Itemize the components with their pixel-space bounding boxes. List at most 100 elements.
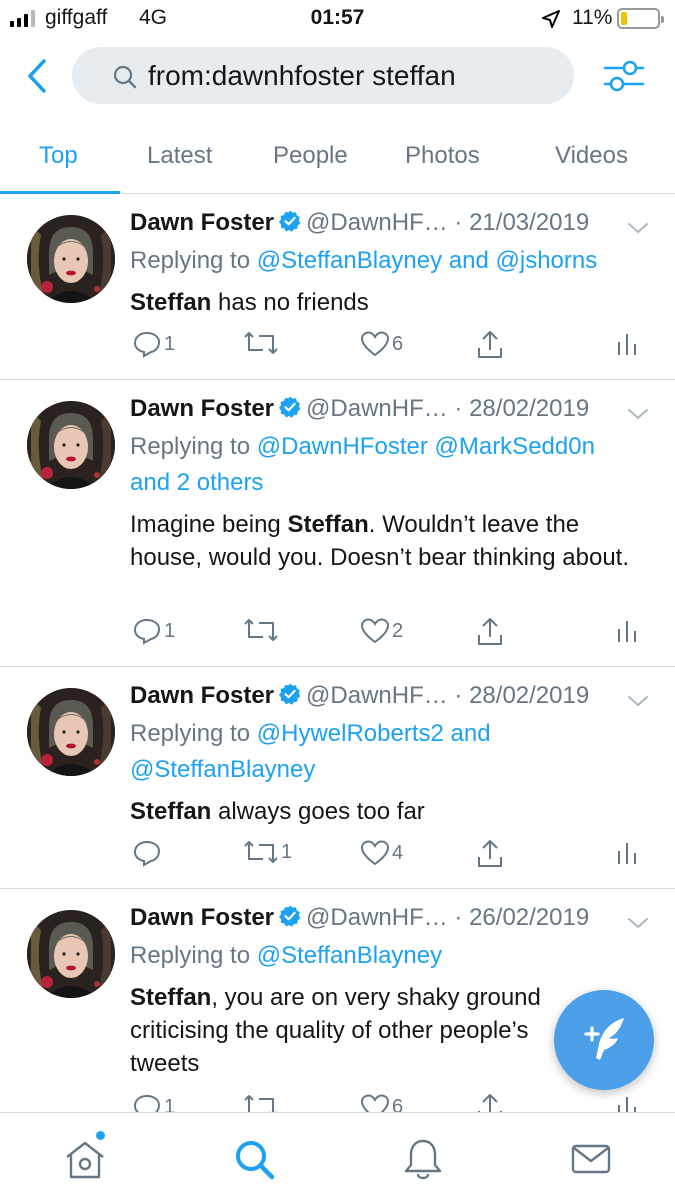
retweet-icon	[244, 619, 278, 641]
avatar[interactable]	[27, 401, 115, 489]
author-handle[interactable]: @DawnHF…	[306, 209, 448, 236]
author-name[interactable]: Dawn Foster	[130, 682, 274, 709]
share-button[interactable]	[476, 617, 504, 647]
search-icon	[236, 1141, 275, 1180]
author-name[interactable]: Dawn Foster	[130, 904, 274, 931]
heart-icon	[360, 331, 390, 357]
compose-tweet-button[interactable]	[554, 990, 654, 1090]
location-arrow-icon	[542, 10, 560, 28]
share-icon	[478, 1094, 502, 1112]
share-button[interactable]	[476, 330, 504, 360]
reply-context: Replying to @DawnHFoster @MarkSedd0n and…	[130, 429, 650, 501]
chevron-down-icon[interactable]	[627, 407, 649, 421]
like-button[interactable]: 6	[360, 330, 403, 358]
chevron-down-icon[interactable]	[627, 221, 649, 235]
reply-button[interactable]: 1	[132, 617, 175, 645]
chevron-down-icon[interactable]	[627, 916, 649, 930]
chevron-down-icon[interactable]	[627, 694, 649, 708]
like-button[interactable]: 4	[360, 839, 403, 867]
highlighted-term: Steffan	[130, 984, 212, 1011]
tweet-card[interactable]: Dawn Foster @DawnHF… · 28/02/2019 Replyin…	[0, 381, 675, 667]
analytics-button[interactable]	[616, 839, 638, 865]
tweet-text-body: has no friends	[211, 289, 369, 316]
highlighted-term: Steffan	[130, 798, 212, 825]
retweet-icon	[244, 1095, 277, 1112]
tab-top[interactable]: Top	[39, 142, 78, 170]
nav-messages[interactable]	[568, 1137, 616, 1181]
highlighted-term: Steffan	[130, 289, 212, 316]
tweet-header: Dawn Foster @DawnHF… · 28/02/2019	[130, 395, 589, 423]
search-input[interactable]: from:dawnhfoster steffan	[72, 47, 574, 104]
tab-people[interactable]: People	[273, 142, 348, 170]
author-handle[interactable]: @DawnHF…	[306, 682, 448, 709]
analytics-button[interactable]	[616, 617, 638, 643]
tweet-text: Steffan has no friends	[130, 286, 640, 319]
verified-badge-icon	[279, 683, 301, 705]
back-button[interactable]	[20, 57, 54, 95]
nav-home[interactable]	[62, 1131, 110, 1181]
reply-button[interactable]: 1	[132, 330, 175, 358]
search-query: from:dawnhfoster steffan	[148, 60, 456, 91]
retweet-icon	[244, 332, 278, 354]
search-icon	[113, 65, 137, 89]
tweet-text: Steffan always goes too far	[130, 795, 640, 828]
avatar[interactable]	[27, 688, 115, 776]
tweet-card[interactable]: Dawn Foster @DawnHF… · 21/03/2019 Replyin…	[0, 195, 675, 380]
tab-photos[interactable]: Photos	[405, 142, 480, 170]
tweet-text: Steffan, you are on very shaky ground cr…	[130, 981, 580, 1080]
reply-prefix: Replying to	[130, 942, 251, 969]
reply-mentions[interactable]: @DawnHFoster @MarkSedd0n	[257, 433, 595, 460]
retweet-button[interactable]	[243, 617, 281, 643]
tweet-card[interactable]: Dawn Foster @DawnHF… · 28/02/2019 Replyin…	[0, 668, 675, 889]
author-handle[interactable]: @DawnHF…	[306, 904, 448, 931]
author-name[interactable]: Dawn Foster	[130, 395, 274, 422]
reply-icon	[133, 1094, 161, 1112]
verified-badge-icon	[279, 210, 301, 232]
tweet-header: Dawn Foster @DawnHF… · 26/02/2019	[130, 904, 589, 932]
tab-latest[interactable]: Latest	[147, 142, 212, 170]
like-button[interactable]: 2	[360, 617, 403, 645]
nav-notifications[interactable]	[400, 1137, 448, 1181]
notifications-bell-icon	[404, 1139, 442, 1180]
home-icon	[66, 1141, 104, 1179]
compose-tweet-icon	[584, 1018, 624, 1060]
author-handle[interactable]: @DawnHF…	[306, 395, 448, 422]
reply-mentions[interactable]: @SteffanBlayney and @jshorns	[257, 247, 597, 274]
active-tab-indicator	[0, 191, 120, 194]
search-filter-button[interactable]	[602, 54, 646, 98]
tab-videos[interactable]: Videos	[555, 142, 628, 170]
messages-envelope-icon	[571, 1144, 611, 1174]
tweet-actions: 1 2	[130, 617, 650, 651]
share-button[interactable]	[476, 839, 504, 869]
retweet-button[interactable]	[243, 1093, 281, 1112]
like-button[interactable]: 6	[360, 1093, 403, 1112]
analytics-button[interactable]	[616, 330, 638, 356]
tweet-date: · 28/02/2019	[454, 395, 590, 422]
reply-prefix: Replying to	[130, 247, 251, 274]
tweet-header: Dawn Foster @DawnHF… · 28/02/2019	[130, 682, 589, 710]
reply-context: Replying to @SteffanBlayney	[130, 938, 650, 974]
analytics-icon	[618, 843, 636, 864]
author-name[interactable]: Dawn Foster	[130, 209, 274, 236]
reply-context: Replying to @SteffanBlayney and @jshorns	[130, 243, 650, 279]
reply-mentions[interactable]: @SteffanBlayney	[257, 942, 442, 969]
share-icon	[478, 618, 502, 645]
tweet-date: · 28/02/2019	[454, 682, 590, 709]
reply-mentions-more[interactable]: @SteffanBlayney	[130, 756, 315, 783]
verified-badge-icon	[279, 905, 301, 927]
share-button[interactable]	[476, 1093, 504, 1112]
reply-button[interactable]: 1	[132, 1093, 175, 1112]
reply-prefix: Replying to	[130, 720, 251, 747]
retweet-button[interactable]: 1	[243, 839, 292, 865]
avatar[interactable]	[27, 215, 115, 303]
share-icon	[478, 840, 502, 867]
reply-button[interactable]	[132, 839, 164, 867]
avatar[interactable]	[27, 910, 115, 998]
reply-icon	[133, 618, 161, 645]
nav-search[interactable]	[232, 1137, 280, 1181]
retweet-button[interactable]	[243, 330, 281, 356]
analytics-button[interactable]	[616, 1093, 638, 1112]
reply-mentions-more[interactable]: and 2 others	[130, 469, 263, 496]
battery-percentage: 11%	[572, 6, 613, 29]
reply-mentions[interactable]: @HywelRoberts2 and	[257, 720, 491, 747]
